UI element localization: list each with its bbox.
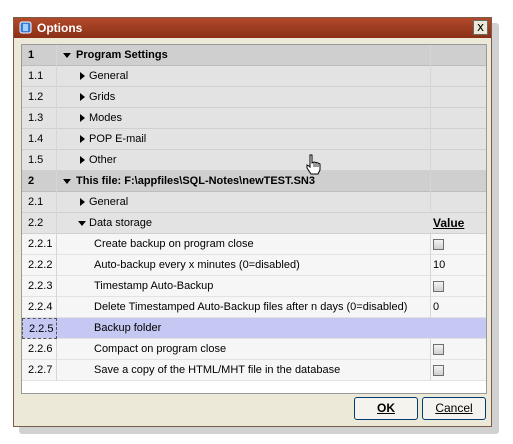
create-backup-checkbox[interactable] xyxy=(433,239,444,250)
value-cell[interactable] xyxy=(430,318,486,339)
expand-icon[interactable] xyxy=(80,198,85,206)
tree-row-file-general[interactable]: 2.1 General xyxy=(22,192,486,213)
row-number: 2.1 xyxy=(22,192,57,213)
row-number: 2.2.6 xyxy=(22,339,57,360)
value-cell xyxy=(430,150,486,171)
tree-row-modes[interactable]: 1.3 Modes xyxy=(22,108,486,129)
row-label: Data storage xyxy=(89,217,152,229)
auto-backup-value[interactable]: 10 xyxy=(433,255,445,276)
value-cell xyxy=(430,45,486,66)
row-number: 2.2.3 xyxy=(22,276,57,297)
ok-label: OK xyxy=(377,401,395,415)
expand-icon[interactable] xyxy=(80,93,85,101)
value-cell xyxy=(430,66,486,87)
setting-label: Timestamp Auto-Backup xyxy=(94,280,214,292)
row-label: Program Settings xyxy=(76,49,168,61)
category-row-this-file[interactable]: 2 This file: F:\appfiles\SQL-Notes\newTE… xyxy=(22,171,486,192)
expand-icon[interactable] xyxy=(80,72,85,80)
row-number: 2.2.7 xyxy=(22,360,57,381)
row-number: 1.5 xyxy=(22,150,57,171)
tree-row-pop-email[interactable]: 1.4 POP E-mail xyxy=(22,129,486,150)
expand-icon[interactable] xyxy=(80,156,85,164)
dialog-title: Options xyxy=(37,21,83,35)
row-number: 1.3 xyxy=(22,108,57,129)
app-icon xyxy=(19,21,32,34)
collapse-icon[interactable] xyxy=(78,221,86,226)
category-row-program-settings[interactable]: 1 Program Settings xyxy=(22,45,486,66)
cancel-label: Cancel xyxy=(435,401,473,415)
cancel-button[interactable]: Cancel xyxy=(422,397,486,420)
ok-button[interactable]: OK xyxy=(354,397,418,420)
tree-row-data-storage[interactable]: 2.2 Data storage Value xyxy=(22,213,486,234)
timestamp-checkbox[interactable] xyxy=(433,281,444,292)
setting-label: Backup folder xyxy=(94,322,162,334)
collapse-icon[interactable] xyxy=(63,53,71,58)
row-label: POP E-mail xyxy=(89,133,147,145)
value-cell xyxy=(430,108,486,129)
tree-row-general[interactable]: 1.1 General xyxy=(22,66,486,87)
setting-row-delete-timestamped[interactable]: 2.2.4 Delete Timestamped Auto-Backup fil… xyxy=(22,297,486,318)
value-cell xyxy=(430,87,486,108)
row-number: 1.1 xyxy=(22,66,57,87)
value-cell xyxy=(430,129,486,150)
setting-row-compact[interactable]: 2.2.6 Compact on program close xyxy=(22,339,486,360)
setting-row-timestamp-auto-backup[interactable]: 2.2.3 Timestamp Auto-Backup xyxy=(22,276,486,297)
row-number: 2.2 xyxy=(22,213,57,234)
save-copy-checkbox[interactable] xyxy=(433,365,444,376)
options-grid: 1 Program Settings 1.1 General 1.2 Grids… xyxy=(21,44,487,394)
setting-label: Auto-backup every x minutes (0=disabled) xyxy=(94,259,300,271)
row-number: 1.4 xyxy=(22,129,57,150)
setting-row-save-copy[interactable]: 2.2.7 Save a copy of the HTML/MHT file i… xyxy=(22,360,486,381)
hand-cursor-icon xyxy=(306,154,321,175)
row-label: Modes xyxy=(89,112,123,124)
close-button[interactable]: x xyxy=(473,20,488,35)
setting-label: Create backup on program close xyxy=(94,238,254,250)
row-number: 2 xyxy=(22,171,57,192)
value-column-header[interactable]: Value xyxy=(433,213,464,234)
row-number: 2.2.4 xyxy=(22,297,57,318)
value-cell xyxy=(430,171,486,192)
setting-row-create-backup[interactable]: 2.2.1 Create backup on program close xyxy=(22,234,486,255)
compact-checkbox[interactable] xyxy=(433,344,444,355)
delete-days-value[interactable]: 0 xyxy=(433,297,439,318)
row-label: Grids xyxy=(89,91,116,103)
setting-row-auto-backup[interactable]: 2.2.2 Auto-backup every x minutes (0=dis… xyxy=(22,255,486,276)
tree-row-grids[interactable]: 1.2 Grids xyxy=(22,87,486,108)
setting-label: Compact on program close xyxy=(94,343,227,355)
expand-icon[interactable] xyxy=(80,114,85,122)
row-number: 1 xyxy=(22,45,57,66)
title-bar[interactable]: Options x xyxy=(14,18,491,38)
setting-label: Delete Timestamped Auto-Backup files aft… xyxy=(94,301,408,313)
row-label: Other xyxy=(89,154,117,166)
row-number: 2.2.2 xyxy=(22,255,57,276)
tree-row-other[interactable]: 1.5 Other xyxy=(22,150,486,171)
row-label: General xyxy=(89,196,129,208)
setting-label: Save a copy of the HTML/MHT file in the … xyxy=(94,364,341,376)
value-cell xyxy=(430,192,486,213)
row-number: 2.2.5 xyxy=(22,318,57,339)
collapse-icon[interactable] xyxy=(63,179,71,184)
row-label: General xyxy=(89,70,129,82)
setting-row-backup-folder[interactable]: 2.2.5 Backup folder xyxy=(22,318,486,339)
row-number: 2.2.1 xyxy=(22,234,57,255)
expand-icon[interactable] xyxy=(80,135,85,143)
options-dialog: Options x 1 Program Settings 1.1 General… xyxy=(13,17,492,427)
row-label: This file: F:\appfiles\SQL-Notes\newTEST… xyxy=(76,175,315,187)
row-number: 1.2 xyxy=(22,87,57,108)
